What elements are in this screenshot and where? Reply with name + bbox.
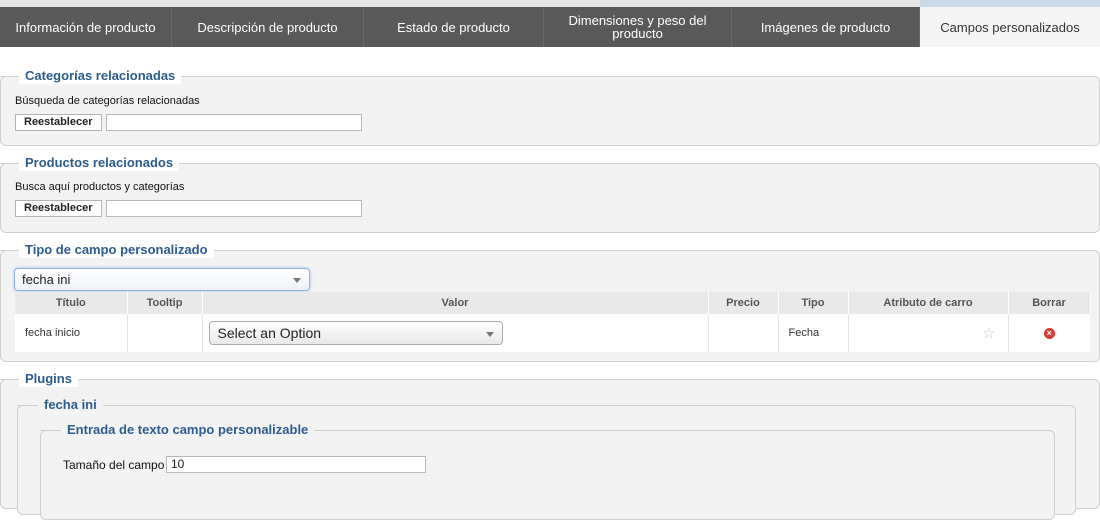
tab-label: Estado de producto: [397, 19, 510, 35]
tipo-campo-select[interactable]: fecha ini: [14, 268, 310, 291]
tipo-campo-selected: fecha ini: [22, 272, 71, 287]
legend-line: [0, 163, 12, 164]
categorias-reset-button[interactable]: Reestablecer: [15, 114, 102, 131]
table-header-row: Título Tooltip Valor Precio Tipo Atribut…: [15, 292, 1091, 314]
column-header: Tipo: [778, 292, 849, 314]
productos-search-input[interactable]: [106, 200, 362, 217]
tipo-campo-legend: Tipo de campo personalizado: [19, 242, 214, 258]
column-header: Valor: [202, 292, 709, 314]
tab-label: Campos personalizados: [940, 19, 1080, 35]
tab-label: Dimensiones y peso del producto: [568, 13, 707, 41]
top-strip-highlight: [920, 0, 1100, 7]
cell-titulo: fecha inicio: [15, 314, 128, 352]
legend-line: [0, 379, 12, 380]
plugins-legend: Plugins: [19, 371, 78, 387]
field-size-input[interactable]: 10: [166, 456, 426, 473]
tab-descripcion[interactable]: Descripción de producto: [172, 7, 364, 47]
top-strip: [0, 0, 1100, 7]
plugin-fecha-ini-legend: fecha ini: [38, 397, 103, 413]
text-input-plugin-fieldset: Entrada de texto campo personalizable: [40, 422, 1055, 520]
tab-campos-personalizados[interactable]: Campos personalizados: [920, 7, 1100, 47]
productos-reset-button[interactable]: Reestablecer: [15, 200, 102, 217]
legend-line: [0, 76, 12, 77]
tab-label: Imágenes de producto: [760, 19, 891, 35]
productos-hint: Busca aquí productos y categorías: [15, 181, 185, 193]
valor-select[interactable]: Select an Option: [208, 321, 503, 345]
field-size-label: Tamaño del campo: [63, 458, 165, 472]
text-input-plugin-legend: Entrada de texto campo personalizable: [61, 422, 315, 438]
chevron-down-icon: [485, 332, 494, 337]
categorias-fieldset: Categorías relacionadas Búsqueda de cate…: [0, 68, 1100, 146]
column-header: Tooltip: [127, 292, 203, 314]
column-header: Atributo de carro: [848, 292, 1009, 314]
custom-fields-table: Título Tooltip Valor Precio Tipo Atribut…: [15, 292, 1091, 352]
delete-icon[interactable]: ×: [1043, 327, 1055, 339]
tab-bar: Información de producto Descripción de p…: [0, 7, 1100, 47]
categorias-search-input[interactable]: [106, 114, 362, 131]
valor-select-label: Select an Option: [217, 325, 322, 341]
legend-line: [0, 250, 12, 251]
tab-label: Descripción de producto: [197, 19, 338, 35]
cell-atributo: ☆: [848, 314, 1009, 352]
table-row: fecha inicio Select an Option Fecha ☆ ×: [15, 314, 1090, 352]
legend-line: [40, 430, 52, 431]
productos-legend: Productos relacionados: [19, 155, 180, 171]
cell-precio: [708, 314, 779, 352]
chevron-down-icon: [293, 278, 301, 283]
column-header: Precio: [708, 292, 779, 314]
categorias-hint: Búsqueda de categorías relacionadas: [15, 95, 200, 107]
column-header: Borrar: [1008, 292, 1091, 314]
tab-dimensiones[interactable]: Dimensiones y peso del producto: [544, 7, 732, 47]
cell-valor: Select an Option: [202, 314, 709, 352]
legend-line: [17, 405, 29, 406]
tab-informacion[interactable]: Información de producto: [0, 7, 172, 47]
star-icon[interactable]: ☆: [859, 324, 998, 342]
tab-estado[interactable]: Estado de producto: [364, 7, 544, 47]
productos-fieldset: Productos relacionados Busca aquí produc…: [0, 155, 1100, 233]
categorias-legend: Categorías relacionadas: [19, 68, 182, 84]
tab-imagenes[interactable]: Imágenes de producto: [732, 7, 920, 47]
cell-tooltip: [127, 314, 203, 352]
cell-tipo: Fecha: [778, 314, 849, 352]
cell-borrar: ×: [1008, 314, 1090, 352]
tab-label: Información de producto: [15, 19, 156, 35]
column-header: Título: [15, 292, 128, 314]
